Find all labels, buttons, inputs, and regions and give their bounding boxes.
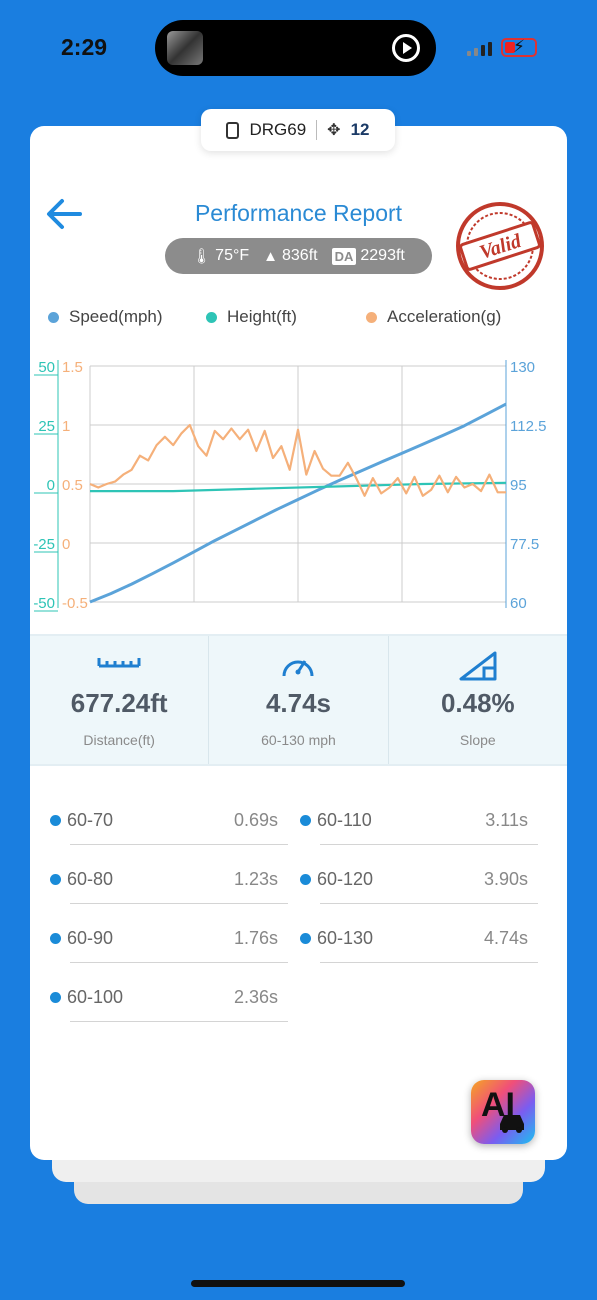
- screen-record-icon[interactable]: [392, 34, 420, 62]
- satellite-count: 12: [350, 120, 370, 139]
- bullet-icon: [300, 815, 311, 826]
- height-tick-label: 0: [47, 477, 55, 494]
- height-tick-label: -25: [33, 536, 55, 553]
- stat-value: 4.74s: [265, 688, 332, 718]
- speed-tick-label: 77.5: [510, 536, 539, 553]
- bullet-icon: [50, 815, 61, 826]
- divider: [320, 962, 538, 963]
- split-time: 3.90s: [483, 869, 528, 889]
- split-time: 1.23s: [233, 869, 278, 889]
- height-tick-label: 50: [38, 359, 55, 376]
- altitude: 836ft: [282, 247, 318, 264]
- split-row: 60-110 3.11s: [280, 786, 538, 845]
- performance-chart[interactable]: 50 25 0 -25 -50 1.5 1 0.5 0 -0.5 130 112.5 95 77.5 60: [30, 342, 567, 622]
- conditions-bar: 🌡︎ 75°F ▲ 836ft DA 2293ft: [165, 238, 432, 274]
- split-row: 60-120 3.90s: [280, 845, 538, 904]
- acceleration-tick-label: -0.5: [62, 595, 88, 612]
- speed-tick-label: 112.5: [510, 418, 546, 435]
- acceleration-tick-label: 0: [62, 536, 70, 553]
- home-indicator[interactable]: [191, 1280, 405, 1287]
- report-card: Performance Report Valid 🌡︎ 75°F ▲ 836ft D…: [30, 126, 567, 1160]
- divider: [316, 120, 318, 140]
- split-row: 60-100 2.36s: [30, 963, 288, 1022]
- bullet-icon: [50, 874, 61, 885]
- media-thumbnail: [167, 31, 203, 65]
- density-altitude: 2293ft: [360, 247, 405, 264]
- speed-tick-label: 60: [510, 595, 527, 612]
- split-range: 60-100: [67, 987, 124, 1007]
- ruler-icon: [97, 658, 141, 668]
- split-range: 60-130: [317, 928, 374, 948]
- chart-legend: Speed(mph) Height(ft) Acceleration(g): [48, 307, 548, 331]
- stat-time: 4.74s 60-130 mph: [208, 636, 387, 764]
- split-range: 60-80: [67, 869, 114, 889]
- stat-value: 0.48%: [440, 688, 515, 718]
- split-range: 60-110: [317, 810, 372, 830]
- legend-label: Height(ft): [227, 307, 297, 326]
- bullet-icon: [50, 992, 61, 1003]
- device-name: DRG69: [249, 120, 307, 139]
- slope-icon: [459, 651, 497, 681]
- valid-stamp-icon: Valid: [456, 202, 544, 290]
- speedometer-icon: [282, 660, 314, 677]
- acceleration-tick-label: 1.5: [62, 359, 83, 376]
- bullet-icon: [300, 874, 311, 885]
- acceleration-tick-label: 0.5: [62, 477, 83, 494]
- legend-dot: [206, 311, 217, 323]
- split-range: 60-120: [317, 869, 374, 889]
- device-badge[interactable]: DRG69 ✥ 12: [201, 109, 395, 151]
- density-altitude-icon: DA: [331, 247, 357, 265]
- split-range: 60-90: [67, 928, 114, 948]
- speed-tick-label: 130: [510, 359, 535, 376]
- stat-value: 677.24ft: [70, 688, 168, 718]
- split-row: 60-70 0.69s: [30, 786, 288, 845]
- split-time: 0.69s: [233, 810, 278, 830]
- legend-item-height[interactable]: Height(ft): [206, 307, 297, 327]
- acceleration-tick-label: 1: [62, 418, 70, 435]
- height-tick-label: 25: [38, 418, 55, 435]
- cellular-signal-icon: [467, 40, 495, 56]
- stat-slope: 0.48% Slope: [387, 636, 567, 764]
- split-row: 60-90 1.76s: [30, 904, 288, 963]
- split-row: 60-80 1.23s: [30, 845, 288, 904]
- legend-dot: [48, 311, 59, 323]
- split-time: 3.11s: [485, 810, 528, 830]
- stat-distance: 677.24ft Distance(ft): [30, 636, 208, 764]
- split-time: 1.76s: [233, 928, 278, 948]
- split-time: 2.36s: [233, 987, 278, 1007]
- stat-label: Distance(ft): [83, 732, 155, 748]
- stat-label: 60-130 mph: [261, 732, 336, 748]
- stat-label: Slope: [459, 732, 496, 748]
- car-icon: [500, 1115, 524, 1133]
- temperature: 75°F: [215, 247, 250, 264]
- bullet-icon: [50, 933, 61, 944]
- legend-dot: [366, 311, 377, 323]
- device-icon: [226, 121, 240, 139]
- divider: [70, 1021, 288, 1022]
- speed-tick-label: 95: [510, 477, 527, 494]
- legend-item-speed[interactable]: Speed(mph): [48, 307, 163, 327]
- ai-assistant-button[interactable]: AI: [471, 1080, 535, 1144]
- stats-panel: 677.24ft Distance(ft) 4.74s 60-130 mph 0…: [30, 634, 567, 766]
- bullet-icon: [300, 933, 311, 944]
- status-time: 2:29: [61, 34, 108, 60]
- legend-label: Speed(mph): [69, 307, 163, 326]
- dynamic-island[interactable]: [155, 20, 436, 76]
- battery-icon: ⚡: [501, 37, 537, 57]
- split-row: 60-130 4.74s: [280, 904, 538, 963]
- legend-label: Acceleration(g): [387, 307, 502, 326]
- thermometer-icon: 🌡︎: [192, 248, 212, 265]
- legend-item-acceleration[interactable]: Acceleration(g): [366, 307, 501, 327]
- height-tick-label: -50: [33, 595, 55, 612]
- mountain-icon: ▲: [263, 247, 278, 265]
- split-time: 4.74s: [483, 928, 528, 948]
- satellite-icon: ✥: [327, 122, 341, 139]
- split-range: 60-70: [67, 810, 114, 830]
